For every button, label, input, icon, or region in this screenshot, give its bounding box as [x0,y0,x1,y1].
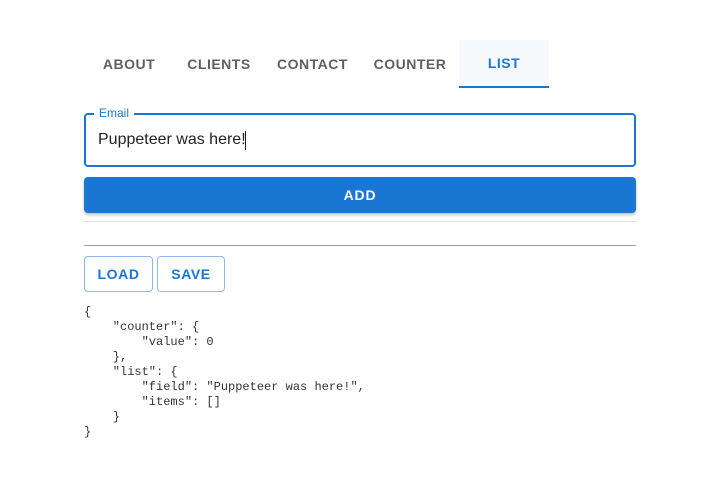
state-json-output: { "counter": { "value": 0 }, "list": { "… [84,305,365,439]
divider [84,221,636,222]
tab-counter[interactable]: COUNTER [361,40,459,88]
tab-clients[interactable]: CLIENTS [174,40,264,88]
email-field: Email [84,106,636,167]
load-button[interactable]: LOAD [84,256,153,292]
text-caret [245,131,246,150]
app-page: ABOUT CLIENTS CONTACT COUNTER LIST Email… [0,0,720,480]
save-button[interactable]: SAVE [157,256,225,292]
tab-bar: ABOUT CLIENTS CONTACT COUNTER LIST [84,40,636,88]
tab-about[interactable]: ABOUT [84,40,174,88]
divider [84,245,636,246]
tab-list[interactable]: LIST [459,40,549,88]
tab-contact[interactable]: CONTACT [264,40,361,88]
email-input[interactable] [98,115,618,165]
add-button[interactable]: ADD [84,177,636,213]
